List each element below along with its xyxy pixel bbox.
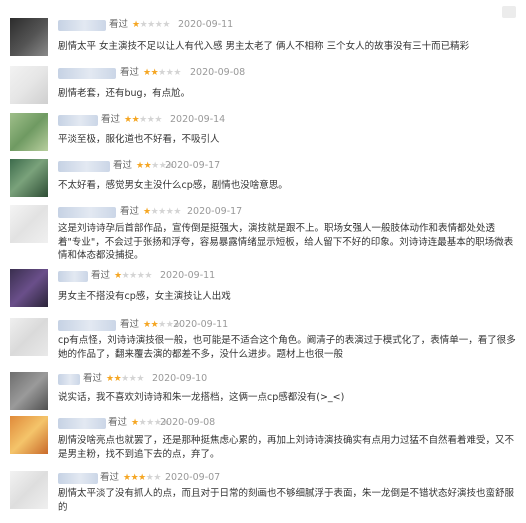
avatar[interactable] (10, 471, 48, 509)
avatar[interactable] (10, 159, 48, 197)
watched-label: 看过 (120, 206, 140, 217)
rating-stars: ★★★★★ (123, 472, 161, 484)
star-filled-icon: ★ (143, 68, 151, 78)
avatar[interactable] (10, 269, 48, 307)
rating-stars: ★★★★★ (143, 206, 181, 218)
review-content: 剧情老套，还有bug，有点尬。 (58, 88, 191, 99)
star-empty-icon: ★ (151, 161, 159, 171)
star-filled-icon: ★ (143, 320, 151, 330)
username[interactable] (58, 320, 116, 331)
username[interactable] (58, 473, 98, 484)
review-content: 不太好看，感觉男女主没什么cp感，剧情也没啥意思。 (58, 180, 288, 191)
username[interactable] (58, 68, 116, 79)
review-item: 看过 ★★★★★ 2020-09-17 这是刘诗诗孕后首部作品，宣传倒是挺强大，… (0, 203, 526, 265)
star-empty-icon: ★ (146, 418, 154, 428)
watched-label: 看过 (113, 160, 133, 171)
rating-stars: ★★★★★ (132, 19, 170, 31)
review-date: 2020-09-14 (170, 114, 226, 125)
star-empty-icon: ★ (162, 20, 170, 30)
review-content: 男女主不搭没有cp感，女主演技让人出戏 (58, 291, 231, 302)
review-date: 2020-09-17 (165, 160, 221, 171)
watched-label: 看过 (120, 319, 140, 330)
review-date: 2020-09-10 (152, 373, 208, 384)
avatar[interactable] (10, 205, 48, 243)
review-item: 看过 ★★★★★ 2020-09-11 男女主不搭没有cp感，女主演技让人出戏 (0, 265, 526, 315)
star-empty-icon: ★ (173, 207, 181, 217)
review-item: 看过 ★★★★★ 2020-09-11 剧情太平 女主演技不足以让人有代入感 男… (0, 0, 526, 66)
star-filled-icon: ★ (136, 161, 144, 171)
review-item: 看过 ★★★★★ 2020-09-17 不太好看，感觉男女主没什么cp感，剧情也… (0, 157, 526, 203)
star-empty-icon: ★ (158, 207, 166, 217)
review-date: 2020-09-11 (160, 270, 216, 281)
username[interactable] (58, 374, 80, 385)
rating-stars: ★★★★★ (106, 373, 144, 385)
username[interactable] (58, 271, 88, 282)
avatar[interactable] (10, 113, 48, 151)
review-date: 2020-09-11 (178, 19, 234, 30)
corner-mark (502, 6, 516, 18)
review-date: 2020-09-07 (165, 472, 221, 483)
review-date: 2020-09-08 (160, 417, 216, 428)
star-empty-icon: ★ (121, 374, 129, 384)
review-content: 说实话，我不喜欢刘诗诗和朱一龙搭档，这俩一点cp感都没有(>_<) (58, 392, 345, 403)
watched-label: 看过 (120, 67, 140, 78)
avatar[interactable] (10, 372, 48, 410)
review-date: 2020-09-17 (187, 206, 243, 217)
review-item: 看过 ★★★★★ 2020-09-08 剧情老套，还有bug，有点尬。 (0, 66, 526, 111)
watched-label: 看过 (91, 270, 111, 281)
username[interactable] (58, 161, 110, 172)
watched-label: 看过 (100, 472, 120, 483)
review-item: 看过 ★★★★★ 2020-09-10 说实话，我不喜欢刘诗诗和朱一龙搭档，这俩… (0, 370, 526, 413)
star-filled-icon: ★ (124, 115, 132, 125)
review-content: 剧情太平淡了没有抓人的点，而且对于日常的刻画也不够细腻浮于表面，朱一龙倒是不错状… (58, 488, 515, 513)
star-filled-icon: ★ (106, 374, 114, 384)
star-filled-icon: ★ (131, 418, 139, 428)
star-filled-icon: ★ (114, 271, 122, 281)
review-item: 看过 ★★★★★ 2020-09-11 cp有点怪，刘诗诗演技很一般，也可能是不… (0, 315, 526, 370)
star-empty-icon: ★ (153, 473, 161, 483)
star-filled-icon: ★ (123, 473, 131, 483)
star-empty-icon: ★ (158, 68, 166, 78)
review-item: 看过 ★★★★★ 2020-09-07 剧情太平淡了没有抓人的点，而且对于日常的… (0, 468, 526, 523)
review-date: 2020-09-08 (190, 67, 246, 78)
rating-stars: ★★★★★ (114, 270, 152, 282)
star-empty-icon: ★ (158, 320, 166, 330)
review-content: 平淡至极，服化道也不好看，不吸引人 (58, 134, 220, 145)
star-empty-icon: ★ (147, 20, 155, 30)
avatar[interactable] (10, 66, 48, 104)
watched-label: 看过 (101, 114, 121, 125)
watched-label: 看过 (109, 19, 129, 30)
star-empty-icon: ★ (173, 68, 181, 78)
review-list: 看过 ★ ★ ★ ★ ★ 2020-09-11 剧情太平 女主演技不足以让人有代入感 男… (0, 0, 526, 523)
review-content: 剧情太平 女主演技不足以让人有代入感 男主太老了 俩人不相称 三个女人的故事没有… (58, 41, 470, 52)
watched-label: 看过 (108, 417, 128, 428)
username[interactable] (58, 115, 98, 126)
star-filled-icon: ★ (143, 207, 151, 217)
username[interactable] (58, 20, 106, 31)
avatar[interactable] (10, 18, 48, 56)
avatar[interactable] (10, 416, 48, 454)
review-item: 看过 ★★★★★ 2020-09-08 剧情没啥亮点也就罢了，还是那种挺焦虑心累… (0, 413, 526, 468)
watched-label: 看过 (83, 373, 103, 384)
star-filled-icon: ★ (138, 473, 146, 483)
username[interactable] (58, 207, 116, 218)
star-empty-icon: ★ (144, 271, 152, 281)
star-empty-icon: ★ (154, 115, 162, 125)
rating-stars: ★★★★★ (124, 114, 162, 126)
star-empty-icon: ★ (136, 374, 144, 384)
username[interactable] (58, 418, 106, 429)
review-content: cp有点怪，刘诗诗演技很一般，也可能是不适合这个角色。阚清子的表演过于模式化了，… (58, 335, 516, 360)
review-item: 看过 ★★★★★ 2020-09-14 平淡至极，服化道也不好看，不吸引人 (0, 111, 526, 157)
star-filled-icon: ★ (132, 20, 140, 30)
review-date: 2020-09-11 (173, 319, 229, 330)
review-content: 剧情没啥亮点也就罢了，还是那种挺焦虑心累的，再加上刘诗诗演技确实有点用力过猛不自… (58, 435, 515, 460)
rating-stars: ★★★★★ (143, 67, 181, 79)
review-content: 这是刘诗诗孕后首部作品，宣传倒是挺强大，演技就是跟不上。职场女强人一般肢体动作和… (58, 223, 514, 261)
avatar[interactable] (10, 318, 48, 356)
star-empty-icon: ★ (139, 115, 147, 125)
star-empty-icon: ★ (129, 271, 137, 281)
